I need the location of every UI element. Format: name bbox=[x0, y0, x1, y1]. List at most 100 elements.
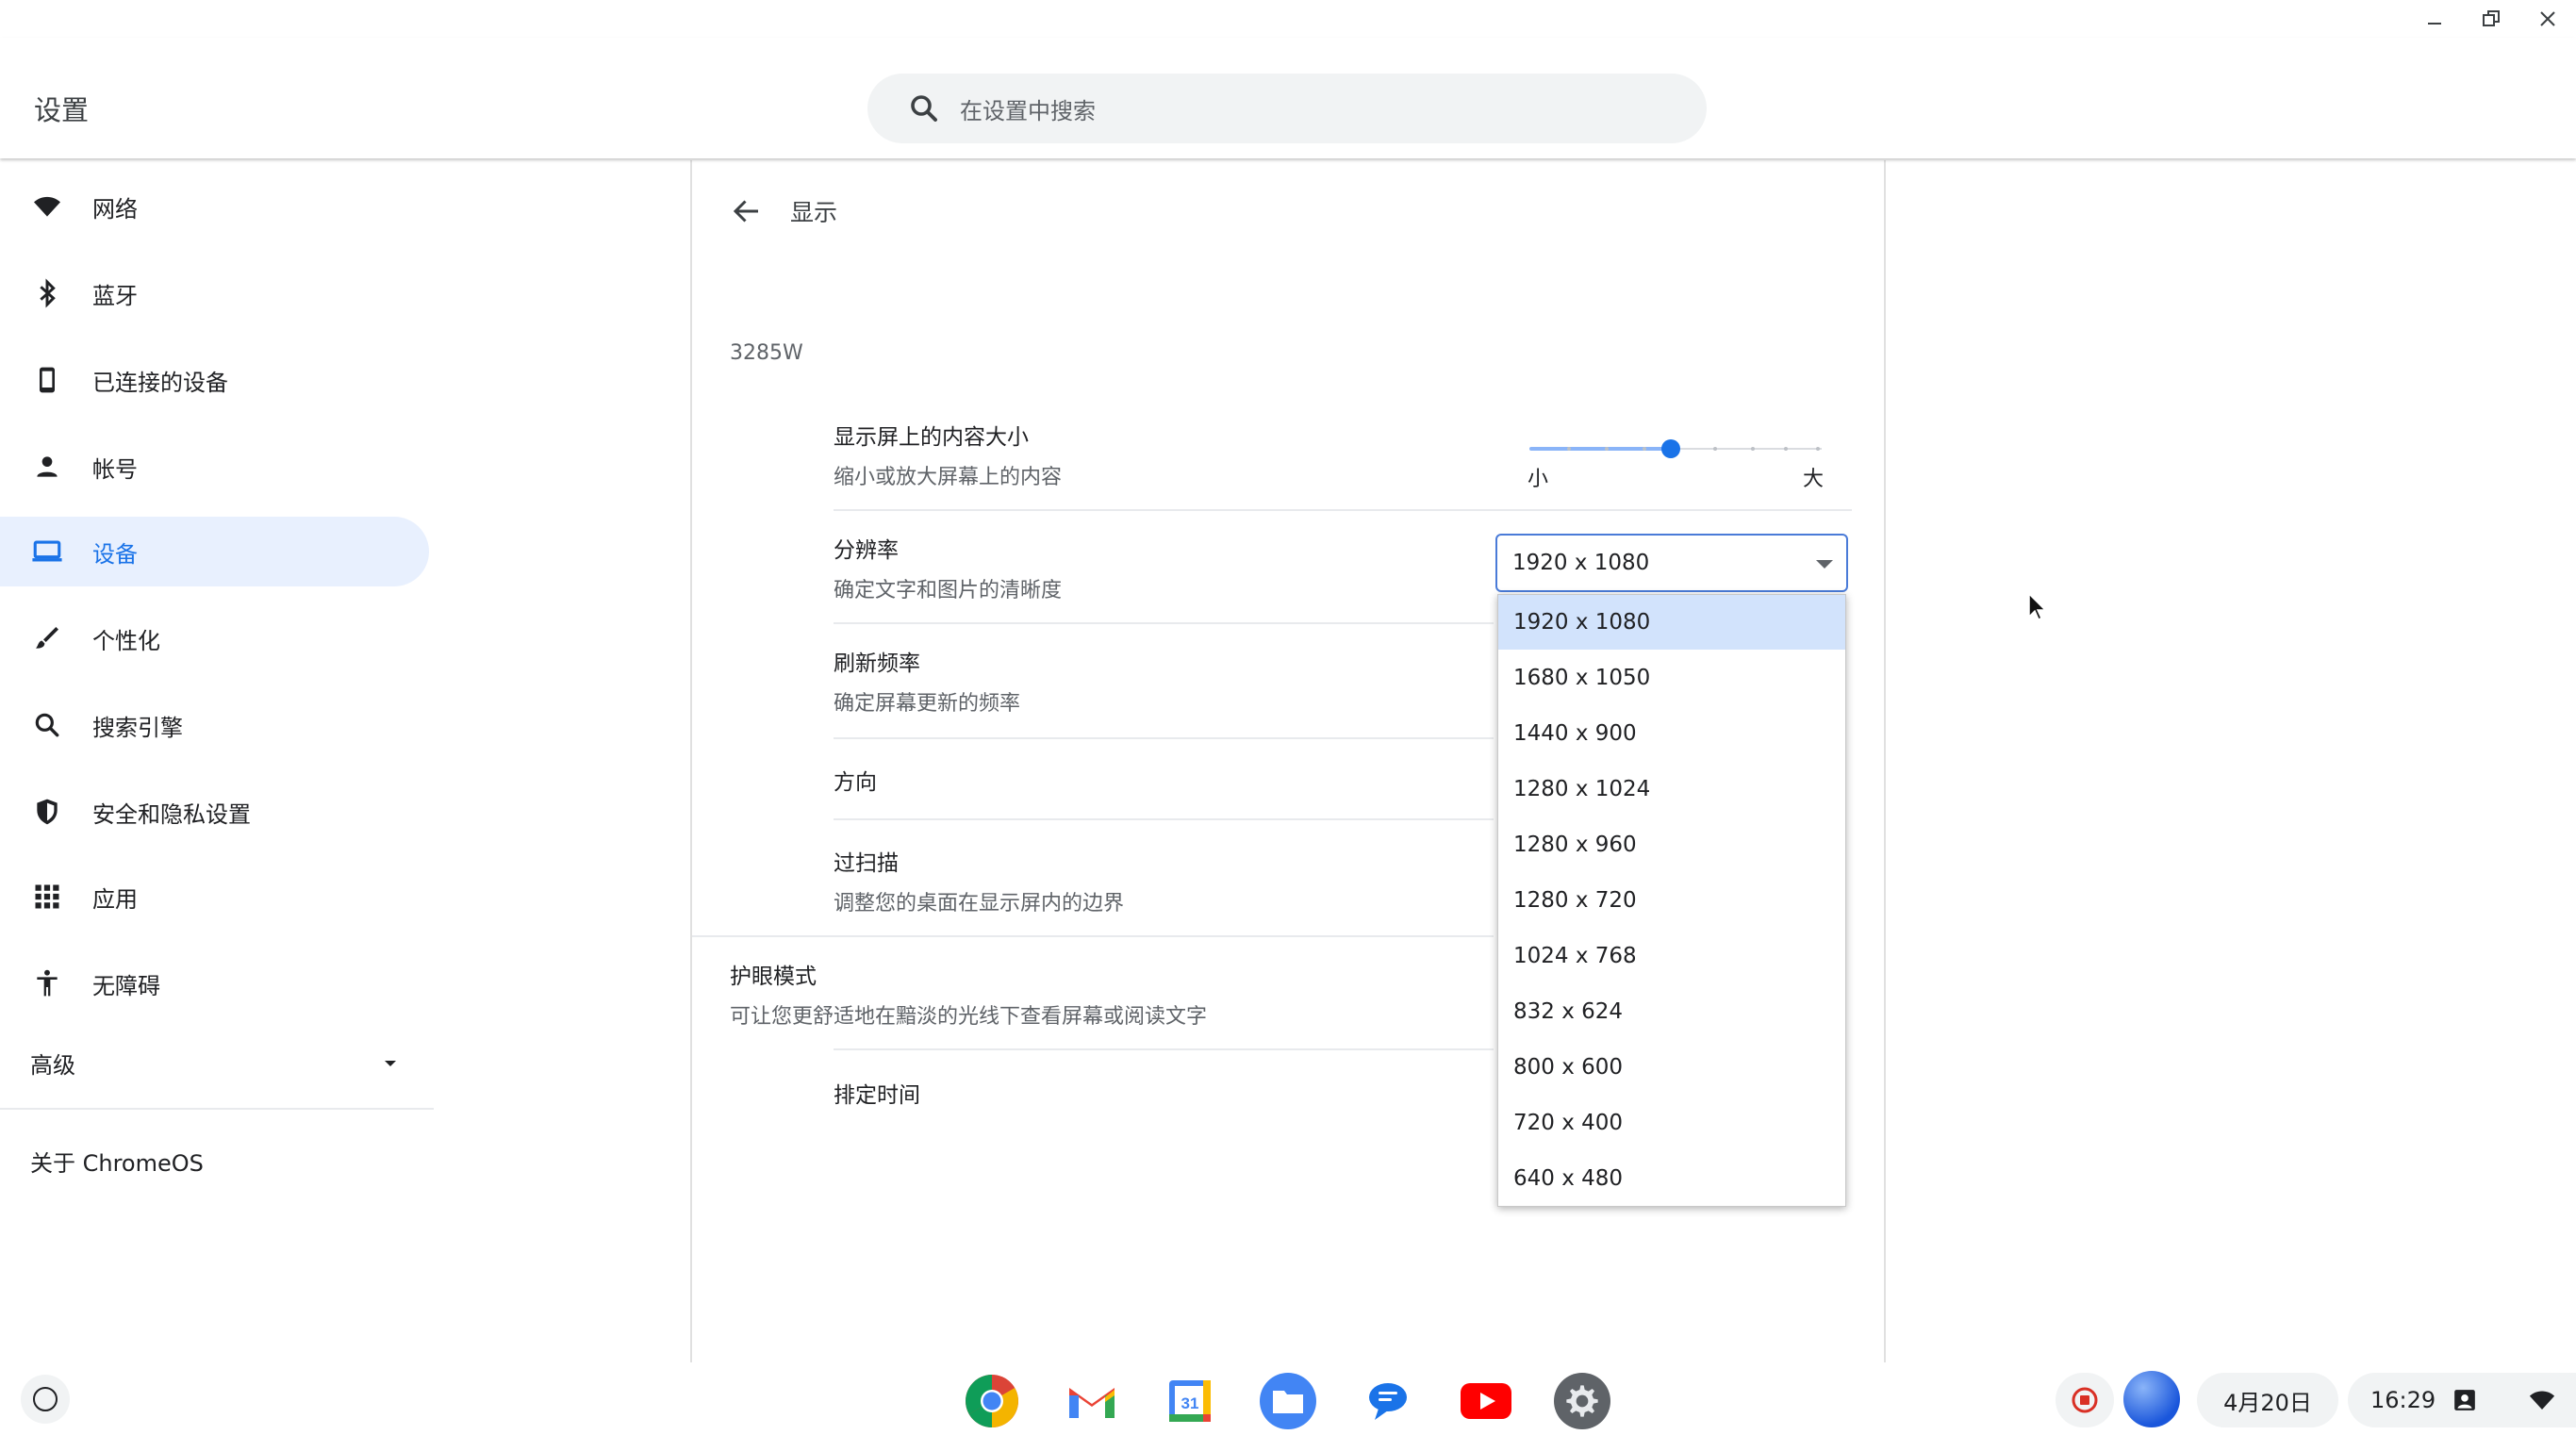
brush-icon bbox=[30, 621, 64, 655]
resolution-option[interactable]: 1920 x 1080 bbox=[1498, 595, 1845, 650]
page-title: 显示 bbox=[790, 199, 838, 226]
phone-icon bbox=[30, 363, 64, 397]
bluetooth-icon bbox=[30, 276, 64, 310]
launcher-icon bbox=[33, 1387, 58, 1411]
sidebar-item-label: 搜索引擎 bbox=[92, 714, 183, 741]
shield-icon bbox=[30, 795, 64, 829]
slider-max-label: 大 bbox=[1803, 468, 1825, 491]
sidebar-item-label: 蓝牙 bbox=[92, 282, 138, 309]
person-icon bbox=[30, 450, 64, 484]
calendar-day: 31 bbox=[1181, 1394, 1199, 1412]
date-pill[interactable]: 4月20日 bbox=[2197, 1373, 2338, 1427]
resolution-option[interactable]: 1280 x 720 bbox=[1498, 873, 1845, 928]
chevron-down-icon bbox=[1816, 560, 1833, 569]
back-arrow-icon[interactable] bbox=[730, 194, 764, 228]
settings-icon[interactable] bbox=[1554, 1373, 1610, 1429]
resolution-option[interactable]: 720 x 400 bbox=[1498, 1096, 1845, 1150]
restore-icon[interactable] bbox=[2463, 0, 2519, 38]
resolution-option[interactable]: 1440 x 900 bbox=[1498, 706, 1845, 761]
resolution-option[interactable]: 1680 x 1050 bbox=[1498, 651, 1845, 705]
subpage-header: 显示 bbox=[730, 194, 837, 228]
row-divider bbox=[834, 622, 1494, 624]
gmail-icon[interactable] bbox=[1064, 1373, 1120, 1429]
sidebar-item-label: 网络 bbox=[92, 195, 138, 223]
settings-header: 设置 在设置中搜索 bbox=[0, 38, 2576, 158]
files-icon[interactable] bbox=[1260, 1373, 1316, 1429]
resolution-option[interactable]: 640 x 480 bbox=[1498, 1151, 1845, 1206]
sidebar-item-label: 无障碍 bbox=[92, 972, 160, 999]
content-size-slider[interactable] bbox=[1529, 430, 1822, 468]
sidebar-item-label: 已连接的设备 bbox=[92, 369, 228, 396]
sidebar-divider bbox=[0, 1108, 434, 1110]
sidebar-item-label: 设备 bbox=[92, 540, 138, 568]
resolution-option[interactable]: 832 x 624 bbox=[1498, 984, 1845, 1039]
sidebar-item-about[interactable]: 关于 ChromeOS bbox=[30, 1145, 204, 1178]
sidebar-item-label: 个性化 bbox=[92, 627, 160, 654]
search-input[interactable]: 在设置中搜索 bbox=[867, 74, 1707, 143]
messages-icon[interactable] bbox=[1360, 1373, 1416, 1429]
display-name: 3285W bbox=[730, 341, 803, 365]
slider-track-active bbox=[1529, 447, 1671, 451]
youtube-icon[interactable] bbox=[1458, 1373, 1514, 1429]
slider-tick bbox=[1784, 447, 1788, 451]
sidebar-item-apps[interactable]: 应用 bbox=[0, 862, 429, 932]
sidebar-item-device[interactable]: 设备 bbox=[0, 517, 429, 586]
resolution-option[interactable]: 1024 x 768 bbox=[1498, 929, 1845, 983]
slider-tick bbox=[1816, 447, 1820, 451]
launcher-button[interactable] bbox=[21, 1375, 70, 1424]
resolution-dropdown: 1920 x 1080 1680 x 1050 1440 x 900 1280 … bbox=[1497, 594, 1846, 1207]
row-divider bbox=[834, 737, 1494, 739]
sidebar-item-security-privacy[interactable]: 安全和隐私设置 bbox=[0, 777, 429, 847]
search-icon bbox=[30, 708, 64, 742]
calendar-icon[interactable]: 31 bbox=[1162, 1373, 1218, 1429]
display-settings-card: 显示 3285W 显示屏上的内容大小 缩小或放大屏幕上的内容 小 大 分辨率 确… bbox=[690, 160, 1886, 1362]
sidebar-item-accessibility[interactable]: 无障碍 bbox=[0, 948, 429, 1018]
wifi-icon bbox=[30, 190, 64, 223]
sidebar-item-label: 帐号 bbox=[92, 455, 138, 483]
sidebar-item-label: 安全和隐私设置 bbox=[92, 800, 251, 828]
search-placeholder: 在设置中搜索 bbox=[960, 97, 1096, 124]
sidebar-advanced-toggle[interactable]: 高级 bbox=[30, 1047, 398, 1080]
sidebar-item-search-engine[interactable]: 搜索引擎 bbox=[0, 690, 429, 760]
record-stop-icon bbox=[2072, 1387, 2098, 1413]
resolution-option[interactable]: 1280 x 960 bbox=[1498, 817, 1845, 872]
advanced-label: 高级 bbox=[30, 1052, 75, 1079]
sidebar-item-accounts[interactable]: 帐号 bbox=[0, 432, 429, 502]
wifi-icon bbox=[2529, 1391, 2555, 1410]
avatar[interactable] bbox=[2123, 1371, 2180, 1427]
close-icon[interactable] bbox=[2519, 0, 2576, 38]
mouse-cursor-icon bbox=[2028, 592, 2047, 621]
sidebar-item-label: 应用 bbox=[92, 885, 138, 913]
slider-tick bbox=[1713, 447, 1717, 451]
sidebar-item-network[interactable]: 网络 bbox=[0, 172, 429, 241]
resolution-select[interactable]: 1920 x 1080 bbox=[1495, 534, 1848, 592]
slider-thumb[interactable] bbox=[1661, 439, 1680, 458]
clock-time: 16:29 bbox=[2370, 1387, 2436, 1413]
slider-tick bbox=[1567, 447, 1571, 451]
chrome-icon[interactable] bbox=[964, 1373, 1020, 1429]
section-divider bbox=[692, 935, 1494, 937]
shelf: 31 4月20日 16:29 bbox=[0, 1363, 2576, 1435]
sidebar-item-connected-devices[interactable]: 已连接的设备 bbox=[0, 345, 429, 415]
search-icon bbox=[911, 95, 937, 122]
slider-tick bbox=[1643, 447, 1646, 451]
resolution-option[interactable]: 1280 x 1024 bbox=[1498, 762, 1845, 816]
network-status[interactable] bbox=[2508, 1373, 2576, 1427]
resolution-select-value: 1920 x 1080 bbox=[1512, 551, 1650, 575]
slider-track bbox=[1671, 448, 1822, 450]
slider-min-label: 小 bbox=[1527, 468, 1549, 491]
row-divider bbox=[834, 1048, 1494, 1050]
account-status-icon bbox=[2454, 1390, 2476, 1410]
row-divider bbox=[834, 818, 1494, 820]
row-divider bbox=[834, 509, 1852, 511]
slider-tick bbox=[1605, 447, 1609, 451]
sidebar-item-personalization[interactable]: 个性化 bbox=[0, 603, 429, 673]
chevron-down-icon bbox=[385, 1060, 396, 1066]
slider-tick bbox=[1751, 447, 1755, 451]
apps-grid-icon bbox=[30, 880, 64, 914]
date-label: 4月20日 bbox=[2223, 1389, 2312, 1416]
minimize-icon[interactable] bbox=[2406, 0, 2463, 38]
resolution-option[interactable]: 800 x 600 bbox=[1498, 1040, 1845, 1095]
sidebar-item-bluetooth[interactable]: 蓝牙 bbox=[0, 258, 429, 328]
screen-record-button[interactable] bbox=[2056, 1373, 2114, 1427]
